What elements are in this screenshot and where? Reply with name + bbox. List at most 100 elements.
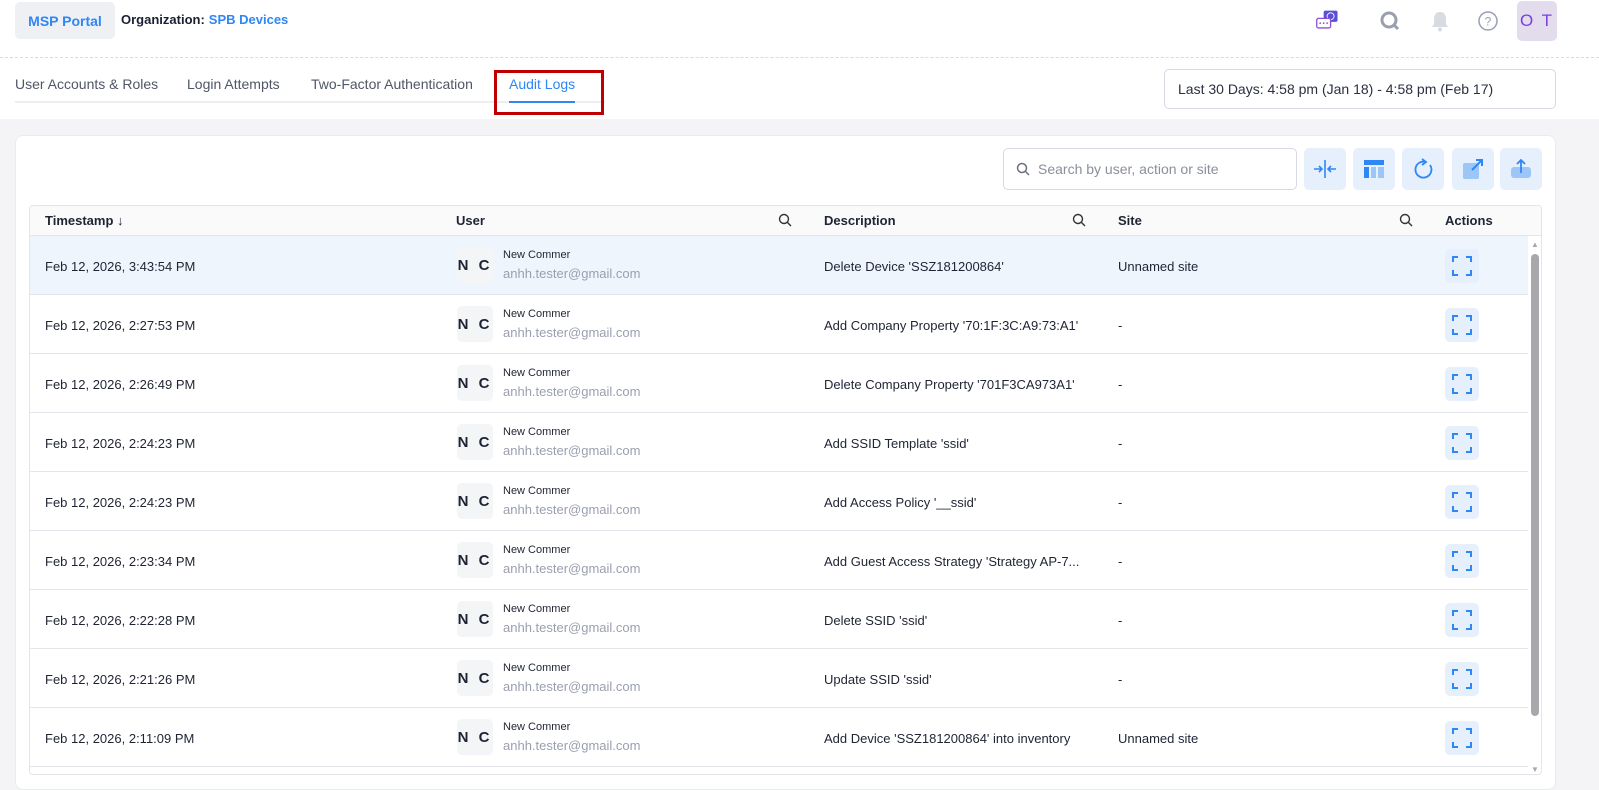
user-initials-avatar: N C [457,424,493,460]
description-cell: Add Guest Access Strategy 'Strategy AP-7… [824,554,1080,569]
description-cell: Add Device 'SSZ181200864' into inventory [824,731,1071,746]
user-initials-avatar: N C [457,542,493,578]
col-site: Site [1118,213,1142,228]
timestamp-cell: Feb 12, 2026, 2:11:09 PM [45,731,195,746]
table-row[interactable]: Feb 12, 2026, 2:24:23 PM N C New Commer … [30,472,1528,531]
msp-portal-button[interactable]: MSP Portal [15,2,115,39]
date-range-picker[interactable]: Last 30 Days: 4:58 pm (Jan 18) - 4:58 pm… [1164,69,1556,109]
expand-icon [1452,374,1472,394]
table-row[interactable]: Feb 12, 2026, 2:24:23 PM N C New Commer … [30,413,1528,472]
table-row[interactable]: Feb 12, 2026, 2:11:09 PM N C New Commer … [30,708,1528,767]
columns-icon [1364,160,1384,178]
view-details-button[interactable] [1445,249,1479,283]
expand-icon [1452,433,1472,453]
description-cell: Add Access Policy '__ssid' [824,495,977,510]
expand-icon [1452,315,1472,335]
search-input[interactable]: Search by user, action or site [1003,148,1297,190]
description-cell: Delete SSID 'ssid' [824,613,928,628]
col-actions: Actions [1445,213,1493,228]
user-name: New Commer [503,721,571,733]
view-details-button[interactable] [1445,662,1479,696]
view-details-button[interactable] [1445,367,1479,401]
user-email: anhh.tester@gmail.com [503,561,641,576]
open-external-icon [1463,159,1483,179]
user-initials-avatar: N C [457,719,493,755]
table-row[interactable]: Feb 12, 2026, 2:26:49 PM N C New Commer … [30,354,1528,413]
org-value[interactable]: SPB Devices [209,12,289,27]
scrollbar-thumb[interactable] [1531,254,1539,716]
collapse-button[interactable] [1304,148,1346,190]
view-details-button[interactable] [1445,308,1479,342]
description-filter-search-icon[interactable] [1072,213,1086,230]
user-email: anhh.tester@gmail.com [503,502,641,517]
user-filter-search-icon[interactable] [778,213,792,230]
col-description: Description [824,213,896,228]
tab-user-accounts-roles[interactable]: User Accounts & Roles [15,76,158,92]
view-details-button[interactable] [1445,544,1479,578]
svg-text:?: ? [1485,15,1492,29]
highlight-box [494,70,604,115]
help-icon[interactable]: ? [1475,8,1501,34]
expand-icon [1452,492,1472,512]
refresh-icon [1414,158,1433,179]
open-external-button[interactable] [1452,148,1494,190]
refresh-button[interactable] [1402,148,1444,190]
expand-icon [1452,256,1472,276]
user-name: New Commer [503,603,571,615]
user-email: anhh.tester@gmail.com [503,679,641,694]
table-row[interactable]: Feb 12, 2026, 3:43:54 PM N C New Commer … [30,236,1528,295]
description-cell: Add SSID Template 'ssid' [824,436,969,451]
col-user: User [456,213,485,228]
view-details-button[interactable] [1445,485,1479,519]
tab-two-factor-authentication[interactable]: Two-Factor Authentication [311,76,473,92]
tab-login-attempts[interactable]: Login Attempts [187,76,280,92]
org-label: Organization: [121,12,205,27]
timestamp-cell: Feb 12, 2026, 2:27:53 PM [45,318,196,333]
user-name: New Commer [503,426,571,438]
table-scrollbar[interactable]: ▲ ▼ [1528,236,1541,774]
sort-down-icon: ↓ [117,213,124,228]
search-placeholder: Search by user, action or site [1038,161,1219,177]
scroll-up-icon[interactable]: ▲ [1531,240,1539,249]
user-initials-avatar: N C [457,483,493,519]
search-icon[interactable] [1377,8,1403,34]
columns-button[interactable] [1353,148,1395,190]
timestamp-cell: Feb 12, 2026, 2:24:23 PM [45,495,196,510]
table-row[interactable]: Feb 12, 2026, 2:27:53 PM N C New Commer … [30,295,1528,354]
description-cell: Add Company Property '70:1F:3C:A9:73:A1' [824,318,1079,333]
export-icon [1511,158,1531,178]
site-cell: - [1118,672,1123,687]
site-cell: - [1118,495,1123,510]
site-filter-search-icon[interactable] [1399,213,1413,230]
view-details-button[interactable] [1445,603,1479,637]
user-name: New Commer [503,249,571,261]
export-button[interactable] [1500,148,1542,190]
user-initials-avatar: N C [457,365,493,401]
table-row[interactable]: Feb 12, 2026, 2:23:34 PM N C New Commer … [30,531,1528,590]
chat-ai-icon[interactable] [1315,8,1341,34]
col-timestamp[interactable]: Timestamp ↓ [45,213,124,228]
user-avatar[interactable]: O T [1517,1,1557,41]
search-icon [1016,162,1030,176]
user-name: New Commer [503,544,571,556]
site-cell: - [1118,436,1123,451]
table-row[interactable]: Feb 12, 2026, 2:21:26 PM N C New Commer … [30,649,1528,708]
user-name: New Commer [503,308,571,320]
bell-icon[interactable] [1427,8,1453,34]
user-email: anhh.tester@gmail.com [503,443,641,458]
site-cell: Unnamed site [1118,259,1199,274]
user-name: New Commer [503,662,571,674]
audit-log-table: Timestamp ↓ User Description Site Action… [29,205,1542,775]
view-details-button[interactable] [1445,721,1479,755]
scroll-down-icon[interactable]: ▼ [1531,765,1539,774]
user-initials-avatar: N C [457,247,493,283]
timestamp-cell: Feb 12, 2026, 2:22:28 PM [45,613,196,628]
timestamp-cell: Feb 12, 2026, 2:24:23 PM [45,436,196,451]
user-email: anhh.tester@gmail.com [503,738,641,753]
site-cell: - [1118,613,1123,628]
expand-icon [1452,728,1472,748]
user-name: New Commer [503,367,571,379]
timestamp-cell: Feb 12, 2026, 3:43:54 PM [45,259,196,274]
table-row[interactable]: Feb 12, 2026, 2:22:28 PM N C New Commer … [30,590,1528,649]
view-details-button[interactable] [1445,426,1479,460]
